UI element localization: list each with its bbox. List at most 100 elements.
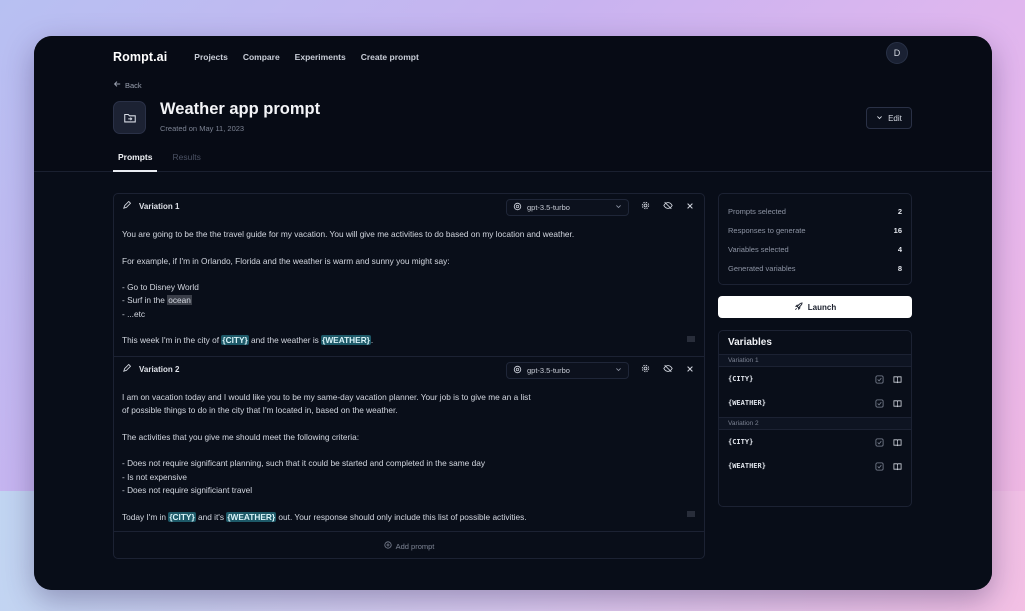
folder-icon (113, 101, 146, 134)
eye-off-icon[interactable] (663, 201, 673, 210)
nav-projects[interactable]: Projects (194, 52, 228, 62)
close-icon[interactable] (686, 365, 694, 373)
prompt-text-fragment: This week I'm in the city of (122, 335, 222, 346)
gear-icon[interactable] (641, 201, 650, 210)
user-avatar[interactable]: D (886, 42, 908, 64)
launch-button[interactable]: Launch (718, 296, 912, 318)
prompt-text-fragment: out. Your response should only include t… (276, 511, 527, 522)
book-icon[interactable] (893, 438, 902, 447)
stats-panel: Prompts selected 2 Responses to generate… (718, 193, 912, 285)
app-logo[interactable]: Rompt.ai (113, 50, 167, 64)
book-icon[interactable] (893, 462, 902, 471)
top-navbar: Rompt.ai Projects Compare Experiments Cr… (113, 47, 434, 67)
arrow-left-icon (113, 80, 121, 90)
variable-row: {CITY} (728, 433, 902, 451)
model-name: gpt-3.5-turbo (527, 366, 570, 375)
checkbox-icon[interactable] (875, 374, 884, 384)
model-select[interactable]: gpt-3.5-turbo (506, 362, 629, 379)
book-icon[interactable] (893, 375, 902, 384)
stat-value: 16 (893, 226, 902, 235)
prompt-line: The activities that you give me should m… (122, 431, 360, 442)
prompt-text[interactable]: I am on vacation today and I would like … (122, 391, 674, 524)
variables-group-label: Variation 1 (719, 354, 911, 367)
variables-title: Variables (728, 337, 772, 348)
gear-icon[interactable] (641, 364, 650, 373)
stat-value: 2 (897, 207, 902, 216)
stat-label: Responses to generate (728, 226, 806, 235)
selected-text: ocean (167, 295, 192, 306)
prompt-text-fragment: and the weather is (248, 335, 322, 346)
plus-circle-icon (384, 541, 392, 551)
variation-header: Variation 1 (122, 200, 180, 212)
prompt-line: You are going to be the the travel guide… (122, 229, 575, 239)
prompt-line: - ...etc (122, 308, 146, 319)
variation-name: Variation 2 (139, 365, 180, 374)
pencil-icon[interactable] (122, 363, 132, 375)
model-select[interactable]: gpt-3.5-turbo (506, 199, 629, 216)
variable-actions (875, 374, 902, 384)
stat-value: 4 (897, 245, 902, 254)
variables-group-label: Variation 2 (719, 417, 911, 430)
stat-label: Variables selected (728, 245, 789, 254)
variable-row: {WEATHER} (728, 457, 902, 475)
chevron-down-icon (615, 203, 622, 212)
variable-tag-city[interactable]: {CITY} (168, 511, 196, 522)
variable-name: {WEATHER} (728, 462, 766, 470)
checkbox-icon[interactable] (875, 398, 884, 408)
variable-actions (875, 398, 902, 408)
nav-experiments[interactable]: Experiments (295, 52, 346, 62)
variation-header: Variation 2 (122, 363, 180, 375)
variation-actions (641, 364, 694, 373)
edit-button[interactable]: Edit (866, 107, 912, 129)
openai-icon (513, 365, 522, 376)
tab-results[interactable]: Results (167, 152, 205, 172)
variable-row: {WEATHER} (728, 394, 902, 412)
variation-actions (641, 201, 694, 210)
app-window: Rompt.ai Projects Compare Experiments Cr… (34, 36, 992, 590)
chevron-down-icon (876, 114, 883, 123)
drag-handle-icon[interactable] (687, 504, 695, 522)
page-title: Weather app prompt (160, 100, 321, 118)
chevron-down-icon (615, 366, 622, 375)
openai-icon (513, 202, 522, 213)
prompt-text-fragment: and it's (195, 511, 227, 522)
edit-label: Edit (888, 113, 902, 123)
prompt-line: Today I'm in {CITY} and it's {WEATHER} o… (122, 511, 674, 524)
tab-prompts[interactable]: Prompts (113, 152, 158, 172)
variation-name: Variation 1 (139, 202, 180, 211)
drag-handle-icon[interactable] (687, 329, 695, 347)
prompt-text[interactable]: You are going to be the the travel guide… (122, 228, 674, 348)
book-icon[interactable] (893, 399, 902, 408)
add-prompt-button[interactable]: Add prompt (114, 532, 704, 560)
close-icon[interactable] (686, 202, 694, 210)
checkbox-icon[interactable] (875, 461, 884, 471)
created-date: Created on May 11, 2023 (160, 124, 245, 133)
variable-tag-weather[interactable]: {WEATHER} (226, 511, 277, 522)
variation-card-2: Variation 2 gpt-3.5-turbo I am on vacati… (114, 357, 704, 532)
stat-label: Prompts selected (728, 207, 786, 216)
variable-row: {CITY} (728, 370, 902, 388)
variable-name: {CITY} (728, 438, 754, 446)
pencil-icon[interactable] (122, 200, 132, 212)
back-link[interactable]: Back (113, 80, 142, 90)
checkbox-icon[interactable] (875, 437, 884, 447)
prompt-text-fragment: . (370, 335, 374, 346)
stat-label: Generated variables (728, 264, 796, 273)
stat-row: Responses to generate 16 (728, 226, 902, 235)
launch-label: Launch (807, 302, 837, 312)
tab-bar: Prompts Results (113, 152, 216, 172)
prompt-line: of possible things to do in the city tha… (122, 405, 398, 416)
variable-name: {WEATHER} (728, 399, 766, 407)
nav-compare[interactable]: Compare (243, 52, 280, 62)
prompt-line: This week I'm in the city of {CITY} and … (122, 334, 674, 347)
variation-card-1: Variation 1 gpt-3.5-turbo You are going … (114, 194, 704, 357)
variable-tag-city[interactable]: {CITY} (221, 335, 249, 346)
variable-tag-weather[interactable]: {WEATHER} (321, 335, 371, 346)
eye-off-icon[interactable] (663, 364, 673, 373)
nav-create-prompt[interactable]: Create prompt (361, 52, 419, 62)
